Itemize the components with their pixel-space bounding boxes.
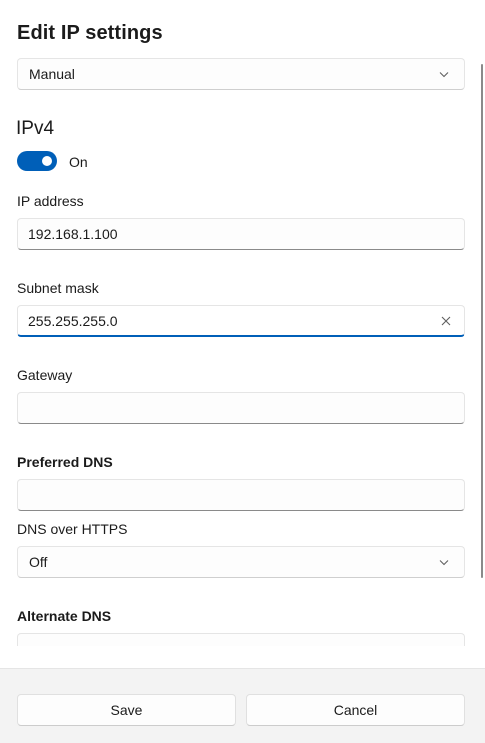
ip-mode-value: Manual [29,66,75,82]
edit-ip-settings-dialog: Edit IP settings Manual IPv4 On IP addre… [0,0,485,743]
dialog-footer: Save Cancel [0,668,485,743]
ip-mode-dropdown[interactable]: Manual [17,58,465,90]
dns-over-https-value: Off [29,554,48,570]
preferred-dns-input[interactable] [17,479,465,511]
toggle-knob [42,156,52,166]
chevron-down-icon [439,560,449,566]
alternate-dns-label: Alternate DNS [17,608,112,624]
gateway-input[interactable] [17,392,465,424]
subnet-mask-label: Subnet mask [17,280,99,296]
ip-address-value: 192.168.1.100 [28,226,118,242]
settings-scroll-area[interactable]: Edit IP settings Manual IPv4 On IP addre… [0,0,485,646]
ipv4-heading: IPv4 [16,118,55,139]
cancel-button[interactable]: Cancel [246,694,465,726]
gateway-label: Gateway [17,367,73,383]
save-button[interactable]: Save [17,694,236,726]
preferred-dns-label: Preferred DNS [17,454,113,470]
ipv4-toggle-label: On [69,154,88,170]
ip-address-label: IP address [17,193,84,209]
dns-over-https-dropdown[interactable]: Off [17,546,465,578]
dialog-title: Edit IP settings [17,22,163,44]
ip-address-input[interactable]: 192.168.1.100 [17,218,465,250]
vertical-scrollbar[interactable] [481,64,483,578]
dns-over-https-label: DNS over HTTPS [17,521,128,537]
subnet-mask-value: 255.255.255.0 [28,312,118,329]
ipv4-toggle[interactable] [17,151,57,171]
chevron-down-icon [439,72,449,78]
subnet-mask-input[interactable]: 255.255.255.0 [17,305,465,337]
close-icon[interactable] [440,315,452,327]
alternate-dns-input[interactable] [17,633,465,646]
